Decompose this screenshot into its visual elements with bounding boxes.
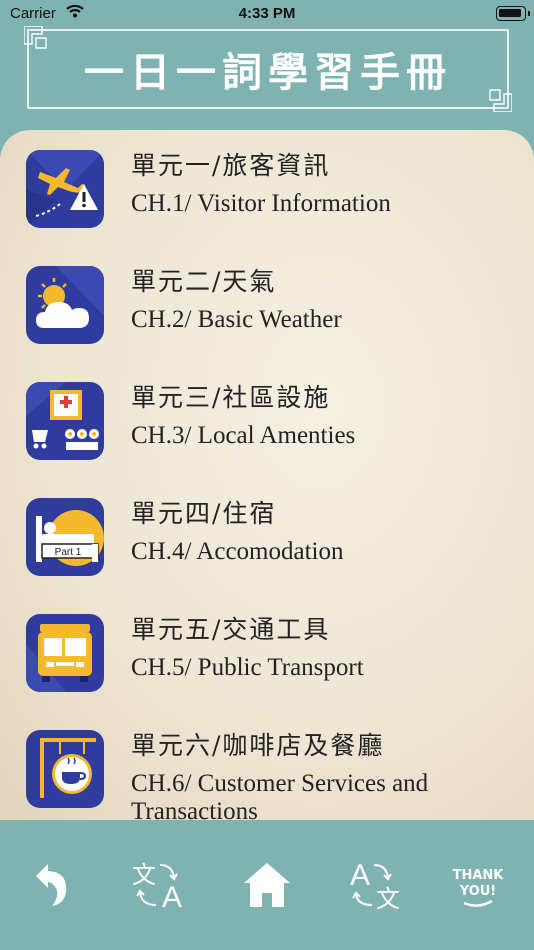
- chapter-list: 單元一/旅客資訊 CH.1/ Visitor Information 單元二/天…: [0, 130, 534, 820]
- svg-text:A: A: [162, 881, 182, 913]
- translate-zh-en-button[interactable]: 文 A: [122, 850, 198, 920]
- translate-en-zh-button[interactable]: A 文: [336, 850, 412, 920]
- translate-en-zh-icon: A 文: [350, 859, 400, 913]
- chapter-title-zh: 單元四/住宿: [131, 499, 277, 528]
- chapter-title-en: CH.3/ Local Amenties: [131, 422, 356, 449]
- list-item[interactable]: 單元三/社區設施 CH.3/ Local Amenties: [0, 362, 534, 478]
- chapter-title-en: CH.4/ Accomodation: [131, 538, 344, 565]
- status-time: 4:33 PM: [238, 5, 296, 22]
- chapter-title-en: CH.6/ Customer Services and Transactions: [131, 770, 429, 820]
- page-title: 一日一詞學習手冊: [84, 49, 452, 96]
- back-icon: [36, 864, 67, 906]
- battery-icon: [496, 6, 530, 21]
- bus-icon: [26, 614, 104, 692]
- chapter-title-zh: 單元二/天氣: [131, 267, 277, 296]
- home-icon: [244, 863, 290, 907]
- bed-icon: Part 1: [26, 498, 104, 576]
- chapter-title-en: CH.5/ Public Transport: [131, 654, 364, 681]
- community-facilities-icon: [26, 382, 104, 460]
- svg-text:YOU!: YOU!: [459, 884, 497, 899]
- translate-zh-en-icon: 文 A: [132, 861, 182, 913]
- list-item[interactable]: Part 1 單元四/住宿 CH.4/ Accomodation: [0, 478, 534, 594]
- thank-you-icon: THANK YOU!: [453, 868, 505, 907]
- chapter-title-en: CH.2/ Basic Weather: [131, 306, 342, 333]
- thank-you-button[interactable]: THANK YOU!: [440, 850, 516, 920]
- chapter-title-zh: 單元一/旅客資訊: [131, 151, 331, 180]
- svg-text:文: 文: [376, 885, 400, 913]
- list-item[interactable]: 單元六/咖啡店及餐廳 CH.6/ Customer Services and T…: [0, 710, 534, 820]
- airplane-alert-icon: [26, 150, 104, 228]
- chapter-title-zh: 單元三/社區設施: [131, 383, 331, 412]
- back-button[interactable]: [14, 850, 90, 920]
- home-button[interactable]: [229, 850, 305, 920]
- list-item[interactable]: 單元一/旅客資訊 CH.1/ Visitor Information: [0, 130, 534, 246]
- svg-text:文: 文: [132, 861, 156, 889]
- sun-cloud-icon: [26, 266, 104, 344]
- bottom-tab-bar: 文 A A 文 THANK YOU!: [0, 820, 534, 950]
- list-item[interactable]: 單元二/天氣 CH.2/ Basic Weather: [0, 246, 534, 362]
- status-bar: Carrier 4:33 PM: [0, 0, 534, 28]
- svg-text:THANK: THANK: [453, 868, 505, 883]
- part-label: Part 1: [55, 547, 82, 558]
- header-banner: 一日一詞學習手冊: [24, 26, 512, 112]
- list-item[interactable]: 單元五/交通工具 CH.5/ Public Transport: [0, 594, 534, 710]
- chapter-title-en: CH.1/ Visitor Information: [131, 190, 391, 217]
- svg-text:A: A: [350, 859, 370, 892]
- cafe-sign-icon: [26, 730, 104, 808]
- chapter-title-zh: 單元五/交通工具: [131, 615, 331, 644]
- chapter-title-zh: 單元六/咖啡店及餐廳: [131, 731, 385, 760]
